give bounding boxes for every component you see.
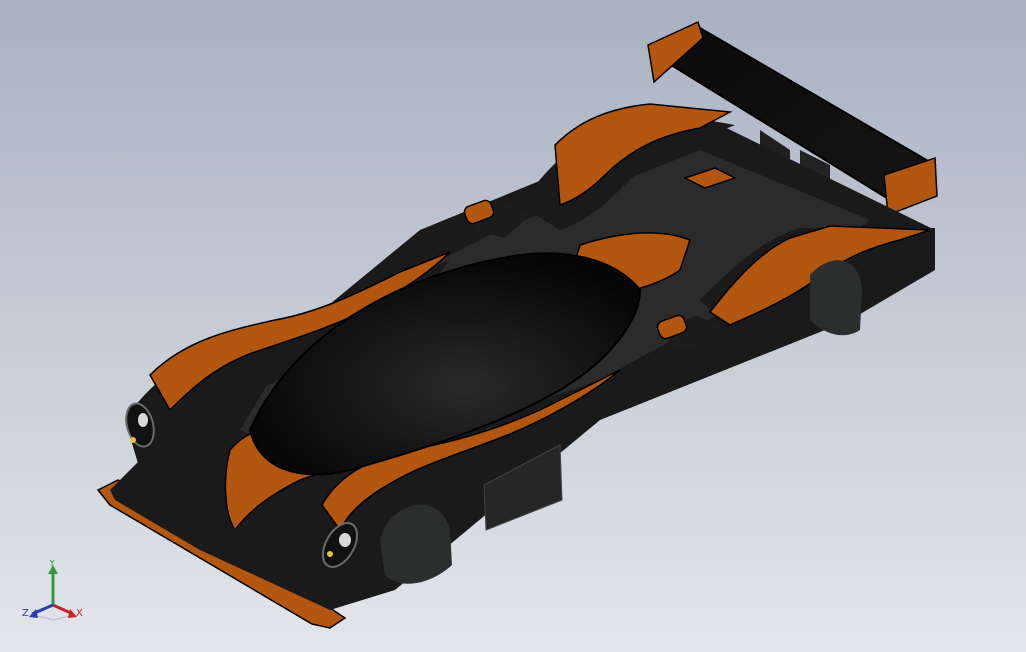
graphics-viewport[interactable]: Y X Z [0, 0, 1026, 652]
reference-triad: Y X Z [22, 560, 83, 621]
axis-label-z: Z [22, 608, 29, 619]
rear-right-wheel-well [810, 260, 862, 336]
axis-label-y: Y [48, 560, 56, 569]
model-view[interactable] [0, 0, 1026, 652]
axis-label-x: X [76, 608, 83, 619]
